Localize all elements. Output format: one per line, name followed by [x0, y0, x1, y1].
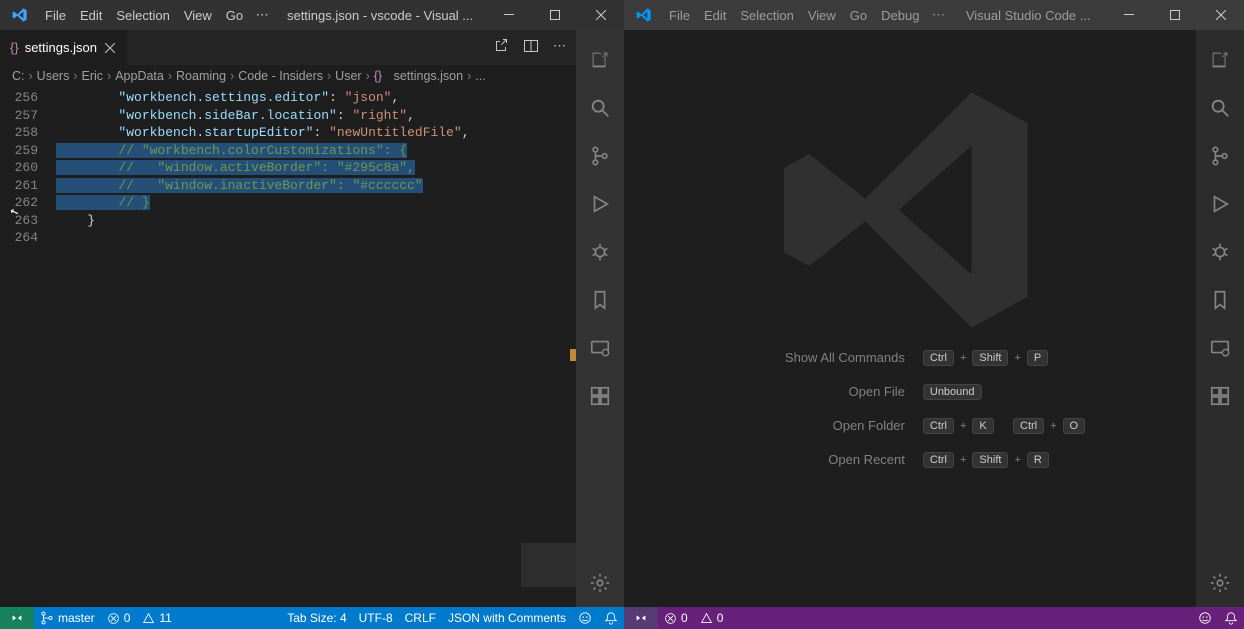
tab-bar: {} settings.json ⋯ [0, 30, 576, 65]
activity-bar [576, 30, 624, 607]
menu-debug[interactable]: Debug [874, 4, 926, 27]
notifications-icon[interactable] [1218, 607, 1244, 629]
cmd-open-folder: Open Folder Ctrl+K Ctrl+O [735, 418, 1085, 434]
feedback-icon[interactable] [572, 607, 598, 629]
vscode-window-left: File Edit Selection View Go ⋯ settings.j… [0, 0, 624, 629]
search-icon[interactable] [1196, 84, 1244, 132]
bookmark-icon[interactable] [576, 276, 624, 324]
json-file-icon: {} [10, 40, 19, 55]
problems-errors[interactable]: 0 [101, 607, 137, 629]
welcome-commands: Show All Commands Ctrl+Shift+P Open File… [735, 350, 1085, 468]
minimize-button[interactable] [486, 0, 532, 30]
menu-edit[interactable]: Edit [73, 4, 109, 27]
bookmark-icon[interactable] [1196, 276, 1244, 324]
settings-gear-icon[interactable] [576, 559, 624, 607]
menu-view[interactable]: View [801, 4, 843, 27]
notifications-icon[interactable] [598, 607, 624, 629]
close-button[interactable] [1198, 0, 1244, 30]
remote-explorer-icon[interactable] [576, 324, 624, 372]
split-editor-icon[interactable] [523, 38, 539, 57]
vscode-logo-icon [632, 3, 656, 27]
more-actions-icon[interactable]: ⋯ [553, 38, 566, 57]
line-number-gutter: 256257258259260261262263264 [0, 87, 56, 607]
remote-explorer-icon[interactable] [1196, 324, 1244, 372]
tab-close-icon[interactable] [103, 41, 117, 55]
settings-gear-icon[interactable] [1196, 559, 1244, 607]
window-controls [1106, 0, 1244, 30]
open-changes-icon[interactable] [493, 38, 509, 57]
search-icon[interactable] [576, 84, 624, 132]
remote-indicator[interactable] [0, 607, 34, 629]
minimize-button[interactable] [1106, 0, 1152, 30]
code-content[interactable]: "workbench.settings.editor": "json", "wo… [56, 87, 576, 607]
menu-overflow-icon[interactable]: ⋯ [250, 0, 274, 30]
cmd-show-all-commands: Show All Commands Ctrl+Shift+P [735, 350, 1085, 366]
problems-errors[interactable]: 0 [658, 607, 694, 629]
titlebar: File Edit Selection View Go Debug ⋯ Visu… [624, 0, 1244, 30]
window-title: Visual Studio Code ... [950, 8, 1106, 23]
vscode-logo-icon [8, 3, 32, 27]
files-icon[interactable] [576, 36, 624, 84]
welcome-screen: Show All Commands Ctrl+Shift+P Open File… [624, 30, 1196, 607]
window-title: settings.json - vscode - Visual ... [274, 8, 486, 23]
menu-go[interactable]: Go [843, 4, 874, 27]
debug-icon[interactable] [1196, 228, 1244, 276]
code-editor[interactable]: 256257258259260261262263264 "workbench.s… [0, 87, 576, 607]
source-control-icon[interactable] [576, 132, 624, 180]
titlebar: File Edit Selection View Go ⋯ settings.j… [0, 0, 624, 30]
extensions-icon[interactable] [1196, 372, 1244, 420]
activity-bar [1196, 30, 1244, 607]
encoding[interactable]: UTF-8 [353, 607, 399, 629]
menu-selection[interactable]: Selection [109, 4, 176, 27]
breadcrumb[interactable]: C:› Users› Eric› AppData› Roaming› Code … [0, 65, 576, 87]
menu-overflow-icon[interactable]: ⋯ [926, 0, 950, 30]
cmd-open-file: Open File Unbound [735, 384, 1085, 400]
problems-warnings[interactable]: 0 [694, 607, 730, 629]
menu-file[interactable]: File [662, 4, 697, 27]
menubar: File Edit Selection View Go [38, 4, 250, 27]
menu-file[interactable]: File [38, 4, 73, 27]
menu-view[interactable]: View [177, 4, 219, 27]
problems-warnings[interactable]: 11 [136, 607, 177, 629]
maximize-button[interactable] [532, 0, 578, 30]
menu-selection[interactable]: Selection [733, 4, 800, 27]
run-debug-icon[interactable] [1196, 180, 1244, 228]
run-debug-icon[interactable] [576, 180, 624, 228]
extensions-icon[interactable] [576, 372, 624, 420]
minimap[interactable] [521, 87, 576, 607]
window-controls [486, 0, 624, 30]
editor-area: {} settings.json ⋯ C:› Users› Eric› [0, 30, 576, 607]
git-branch[interactable]: master [34, 607, 101, 629]
vscode-window-right: File Edit Selection View Go Debug ⋯ Visu… [624, 0, 1244, 629]
vscode-watermark-icon [770, 70, 1050, 350]
close-button[interactable] [578, 0, 624, 30]
tab-settings-json[interactable]: {} settings.json [0, 30, 127, 65]
status-bar: master 0 11 Tab Size: 4 UTF-8 CRLF JSON … [0, 607, 624, 629]
cmd-open-recent: Open Recent Ctrl+Shift+R [735, 452, 1085, 468]
feedback-icon[interactable] [1192, 607, 1218, 629]
menubar: File Edit Selection View Go Debug [662, 4, 926, 27]
eol[interactable]: CRLF [399, 607, 442, 629]
menu-go[interactable]: Go [219, 4, 250, 27]
files-icon[interactable] [1196, 36, 1244, 84]
tab-label: settings.json [25, 40, 97, 55]
language-mode[interactable]: JSON with Comments [442, 607, 572, 629]
menu-edit[interactable]: Edit [697, 4, 733, 27]
source-control-icon[interactable] [1196, 132, 1244, 180]
remote-indicator[interactable] [624, 607, 658, 629]
tab-size[interactable]: Tab Size: 4 [281, 607, 352, 629]
maximize-button[interactable] [1152, 0, 1198, 30]
debug-icon[interactable] [576, 228, 624, 276]
status-bar: 0 0 [624, 607, 1244, 629]
